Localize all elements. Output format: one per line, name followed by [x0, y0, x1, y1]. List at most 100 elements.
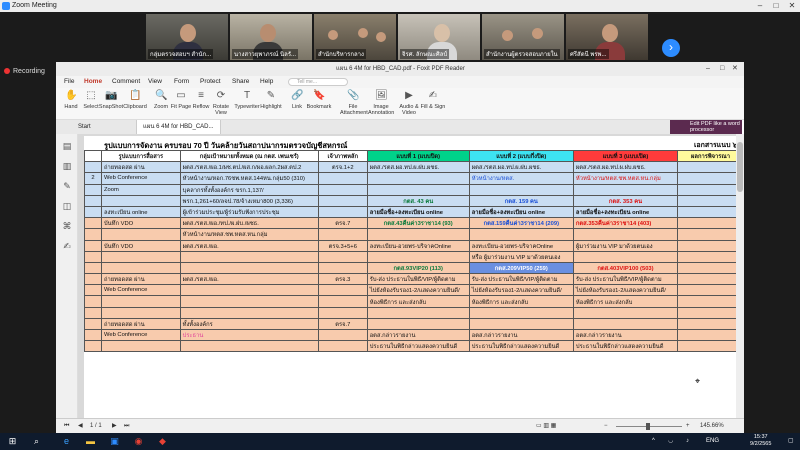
clock[interactable]: 15:37 9/2/2565	[750, 434, 771, 448]
table-cell	[572, 317, 679, 331]
table-row: บันทึก VDO ผตส./รตส./ผอ./ทป./ผ.ฝบ./ผชธ. ตร…	[84, 217, 744, 230]
notifications-icon[interactable]: ▢	[788, 433, 794, 450]
table-row: หัวหน้างาน/หตส.ชพ.หตส.หน.กลุ่ม	[84, 228, 744, 241]
reflow-icon: ≡	[198, 90, 204, 101]
foxit-app-icon[interactable]: ◆	[156, 435, 169, 448]
image-annotation-button[interactable]: 🖼 Image Annotation	[368, 90, 394, 118]
prev-page-icon[interactable]: ◀	[78, 419, 83, 434]
table-cell	[677, 161, 744, 174]
last-page-icon[interactable]: ⏭	[124, 419, 129, 434]
volume-icon[interactable]: ♪	[686, 433, 689, 450]
table-cell	[317, 284, 368, 297]
participant-tile[interactable]: ศรีสัดนี พรพ...	[566, 14, 648, 60]
bookmark-button[interactable]: 🔖 Bookmark	[306, 90, 332, 118]
tell-me-search[interactable]: Tell me...	[288, 78, 348, 86]
menu-protect[interactable]: Protect	[200, 76, 221, 88]
zoom-in-icon[interactable]: +	[686, 419, 690, 434]
header-cell: กลุ่มเป้าหมาย/ทั้งหมด (ณ กตส. เพนเซร์)	[179, 149, 319, 163]
zoom-level[interactable]: 145.66%	[700, 419, 724, 434]
menu-help[interactable]: Help	[260, 76, 273, 88]
play-icon: ▶	[405, 90, 413, 101]
page-indicator[interactable]: 1 / 1	[90, 419, 102, 434]
chrome-icon[interactable]: ◉	[132, 435, 145, 448]
comments-panel-icon[interactable]: ✎	[61, 180, 73, 192]
typewriter-button[interactable]: T Typewriter	[234, 90, 260, 118]
minimize-icon[interactable]: –	[706, 62, 710, 76]
highlight-button[interactable]: ✎ Highlight	[258, 90, 284, 118]
participant-tile[interactable]: กลุ่มตรวจสอบฯ สำนัก...	[146, 14, 228, 60]
next-participants-button[interactable]: ›	[662, 39, 680, 57]
clipboard-button[interactable]: 📋 Clipboard	[122, 90, 148, 118]
language-indicator[interactable]: ENG	[706, 433, 719, 450]
table-cell	[317, 194, 368, 207]
next-page-icon[interactable]: ▶	[112, 419, 117, 434]
zoom-app-icon[interactable]: ▣	[108, 435, 121, 448]
participant-tile[interactable]: นางสาวยุพาภรณ์ นิลรั...	[230, 14, 312, 60]
maximize-icon[interactable]: □	[768, 0, 784, 12]
participant-name: กลุ่มตรวจสอบฯ สำนัก...	[148, 49, 214, 59]
pages-panel-icon[interactable]: ▥	[61, 160, 73, 172]
table-row: Web Conference ไปยังห้องรับรอง1-2/แสดงควา…	[84, 284, 744, 297]
table-cell	[84, 217, 102, 230]
tab-document[interactable]: แผน 6 4M for HBD_CAD...	[136, 120, 221, 134]
file-explorer-icon[interactable]: ▬	[84, 435, 97, 448]
table-cell	[366, 250, 470, 263]
file-attachment-button[interactable]: 📎 File Attachment	[340, 90, 368, 118]
maximize-icon[interactable]: □	[720, 62, 724, 76]
table-cell	[84, 261, 102, 275]
table-row: บันทึก VDO ผตส./รตส./ผอ. ตรจ.3+5+6 ลงทะเบีย…	[84, 239, 744, 252]
table-cell: กตส.159คืนค่า3ราชา14 (209)	[468, 217, 574, 230]
layers-panel-icon[interactable]: ◫	[61, 200, 73, 212]
tray-expand-icon[interactable]: ^	[652, 433, 655, 450]
first-page-icon[interactable]: ⏮	[64, 419, 69, 434]
table-cell: ไปยังห้องรับรอง1-2/แสดงความยินดี/	[572, 284, 679, 297]
signatures-panel-icon[interactable]: ✍	[61, 240, 73, 252]
zoom-out-icon[interactable]: −	[604, 419, 608, 434]
tab-start[interactable]: Start	[72, 120, 97, 134]
attachments-panel-icon[interactable]: ⌘	[61, 220, 73, 232]
table-cell: พรก.1,261+60/ลจป.78/จ้างเหมา800 (3,336)	[179, 194, 319, 207]
fill-sign-button[interactable]: ✍ Fill & Sign	[420, 90, 446, 118]
close-icon[interactable]: ✕	[784, 0, 800, 12]
windows-start-icon[interactable]: ⊞	[6, 435, 19, 448]
menu-view[interactable]: View	[148, 76, 162, 88]
menu-form[interactable]: Form	[174, 76, 189, 88]
table-row: ถ่ายทอดสด ผ่าน ผตส./รตส./ผอ. ตรจ.3 รับ-ส่ง …	[84, 273, 744, 286]
edge-icon[interactable]: e	[60, 435, 73, 448]
participant-tile[interactable]: สำนักบริหารกลาง	[314, 14, 396, 60]
vertical-scrollbar[interactable]	[736, 134, 744, 418]
snapshot-button[interactable]: 📷 SnapShot	[98, 90, 124, 118]
table-cell	[366, 172, 470, 185]
header-cell: เจ้าภาพหลัก	[317, 149, 368, 163]
table-cell	[677, 205, 744, 219]
participant-tile[interactable]: สำนักงานผู้ตรวจสอบภายใน	[482, 14, 564, 60]
audio-video-button[interactable]: ▶ Audio & Video	[396, 90, 422, 118]
table-cell	[179, 306, 319, 319]
menu-file[interactable]: File	[64, 76, 74, 88]
table-cell: ตรจ.3+5+6	[317, 239, 368, 252]
network-icon[interactable]: ◡	[668, 433, 673, 450]
bookmark-panel-icon[interactable]: ▤	[61, 140, 73, 152]
table-cell: อตส.กล่าวรายงาน	[572, 328, 679, 342]
table-cell: ห้องพิธีการ และส่งกลับ	[468, 295, 574, 308]
search-icon[interactable]: ⌕	[30, 435, 43, 448]
minimize-icon[interactable]: –	[752, 0, 768, 12]
menu-share[interactable]: Share	[232, 76, 249, 88]
zoom-title-bar: Zoom Meeting – □ ✕	[0, 0, 800, 12]
recording-label: Recording	[13, 68, 45, 75]
close-icon[interactable]: ✕	[732, 62, 738, 76]
table-cell	[179, 284, 319, 297]
view-mode-icon[interactable]: ▭ ▥ ▦	[536, 419, 556, 434]
table-cell	[677, 217, 744, 230]
table-cell: หัวหน้างาน/หตส.	[468, 172, 574, 185]
rotate-view-button[interactable]: ⟳ Rotate View	[208, 90, 234, 118]
scroll-thumb[interactable]	[737, 142, 743, 192]
participant-tile[interactable]: จิรศ. ลักษณะศิลป์	[398, 14, 480, 60]
menu-comment[interactable]: Comment	[112, 76, 140, 88]
table-cell	[468, 228, 574, 241]
table-cell	[317, 172, 368, 185]
foxit-window-title: แผน 6 4M for HBD_CAD.pdf - Foxit PDF Rea…	[336, 66, 465, 72]
edit-pdf-banner[interactable]: Edit PDF like a word processor	[670, 120, 742, 134]
header-cell: รูปแบบการสื่อสาร	[101, 149, 181, 163]
zoom-slider-knob[interactable]	[646, 423, 650, 430]
